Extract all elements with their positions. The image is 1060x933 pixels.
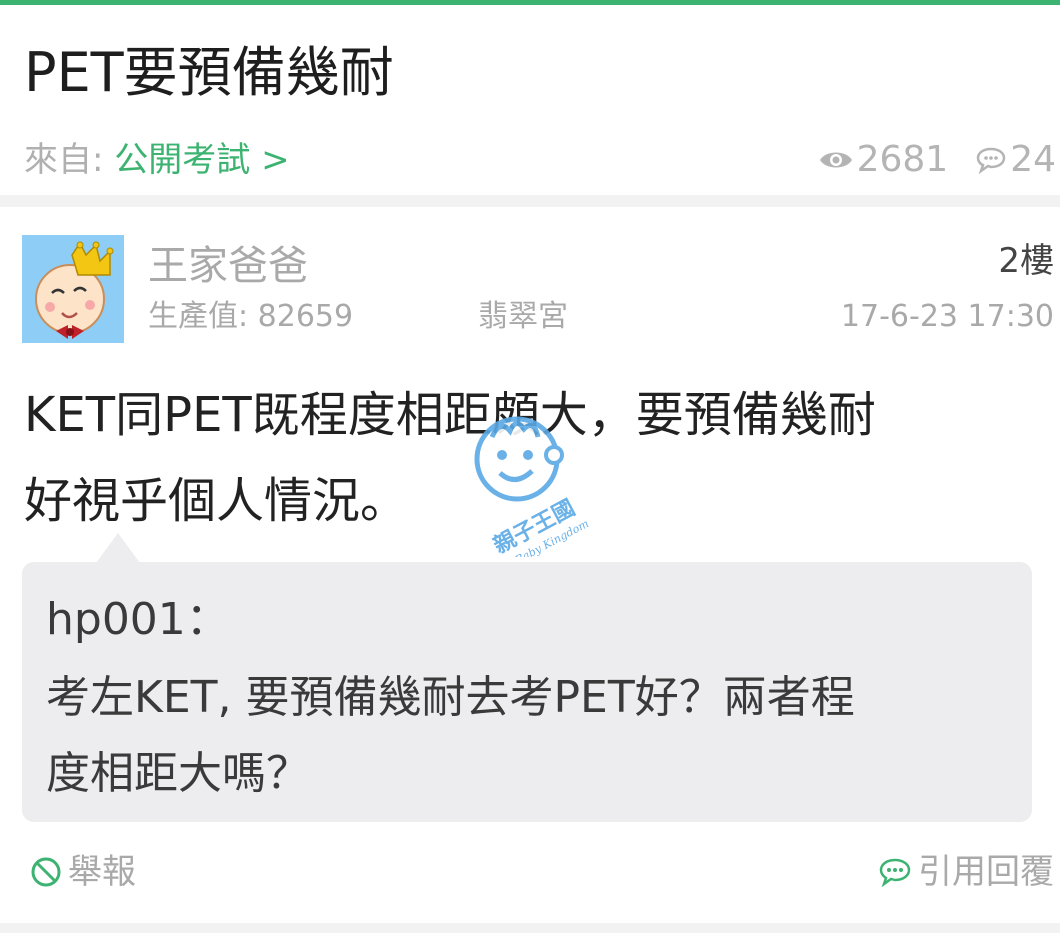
quote-text-line: 考左KET, 要預備幾耐去考PET好？兩者程 — [46, 672, 855, 723]
quote-reply-button[interactable]: 引用回覆 — [878, 852, 1054, 892]
page-title: PET要預備幾耐 — [24, 41, 394, 104]
from-label: 來自: — [24, 140, 115, 180]
post-timestamp: 17-6-23 17:30 — [840, 299, 1054, 334]
author-name[interactable]: 王家爸爸 — [148, 243, 308, 289]
reply-count-value: 24 — [1010, 139, 1056, 180]
author-group: 翡翠宮 — [478, 299, 568, 334]
floor-number: 2樓 — [998, 241, 1054, 281]
quote-reply-label: 引用回覆 — [918, 852, 1054, 892]
baby-kingdom-logo-icon: 親子王國 Baby Kingdom — [474, 416, 591, 567]
quote-text-line: 度相距大嗎？ — [46, 748, 310, 799]
post-card: 王家爸爸 2樓 生產值: 82659 翡翠宮 17-6-23 17:30 KET… — [0, 207, 1060, 923]
forum-breadcrumb: 來自: 公開考試 > — [24, 140, 290, 180]
quote-block: hp001： 考左KET, 要預備幾耐去考PET好？兩者程 度相距大嗎？ — [22, 562, 1032, 822]
view-count: 2681 — [819, 139, 949, 180]
speech-bubble-icon — [879, 858, 911, 887]
reply-count: 24 — [976, 140, 1056, 180]
author-points: 生產值: 82659 — [148, 299, 354, 334]
report-button[interactable]: 舉報 — [30, 852, 136, 892]
watermark: 親子王國 Baby Kingdom — [462, 407, 602, 567]
view-count-value: 2681 — [856, 139, 949, 180]
quote-pointer — [96, 533, 140, 563]
thread-header: PET要預備幾耐 來自: 公開考試 > 2681 24 — [0, 5, 1060, 195]
report-label: 舉報 — [68, 852, 136, 892]
ban-icon — [31, 857, 61, 887]
avatar[interactable] — [22, 235, 124, 343]
quote-author: hp001： — [46, 594, 230, 645]
forum-link[interactable]: 公開考試 > — [114, 140, 289, 180]
quote-text: 考左KET, 要預備幾耐去考PET好？兩者程 度相距大嗎？ — [46, 660, 1026, 812]
comment-icon — [976, 147, 1006, 174]
thread-stats: 2681 24 — [819, 140, 1056, 180]
baby-avatar-icon — [22, 235, 124, 343]
eye-icon — [819, 152, 852, 168]
